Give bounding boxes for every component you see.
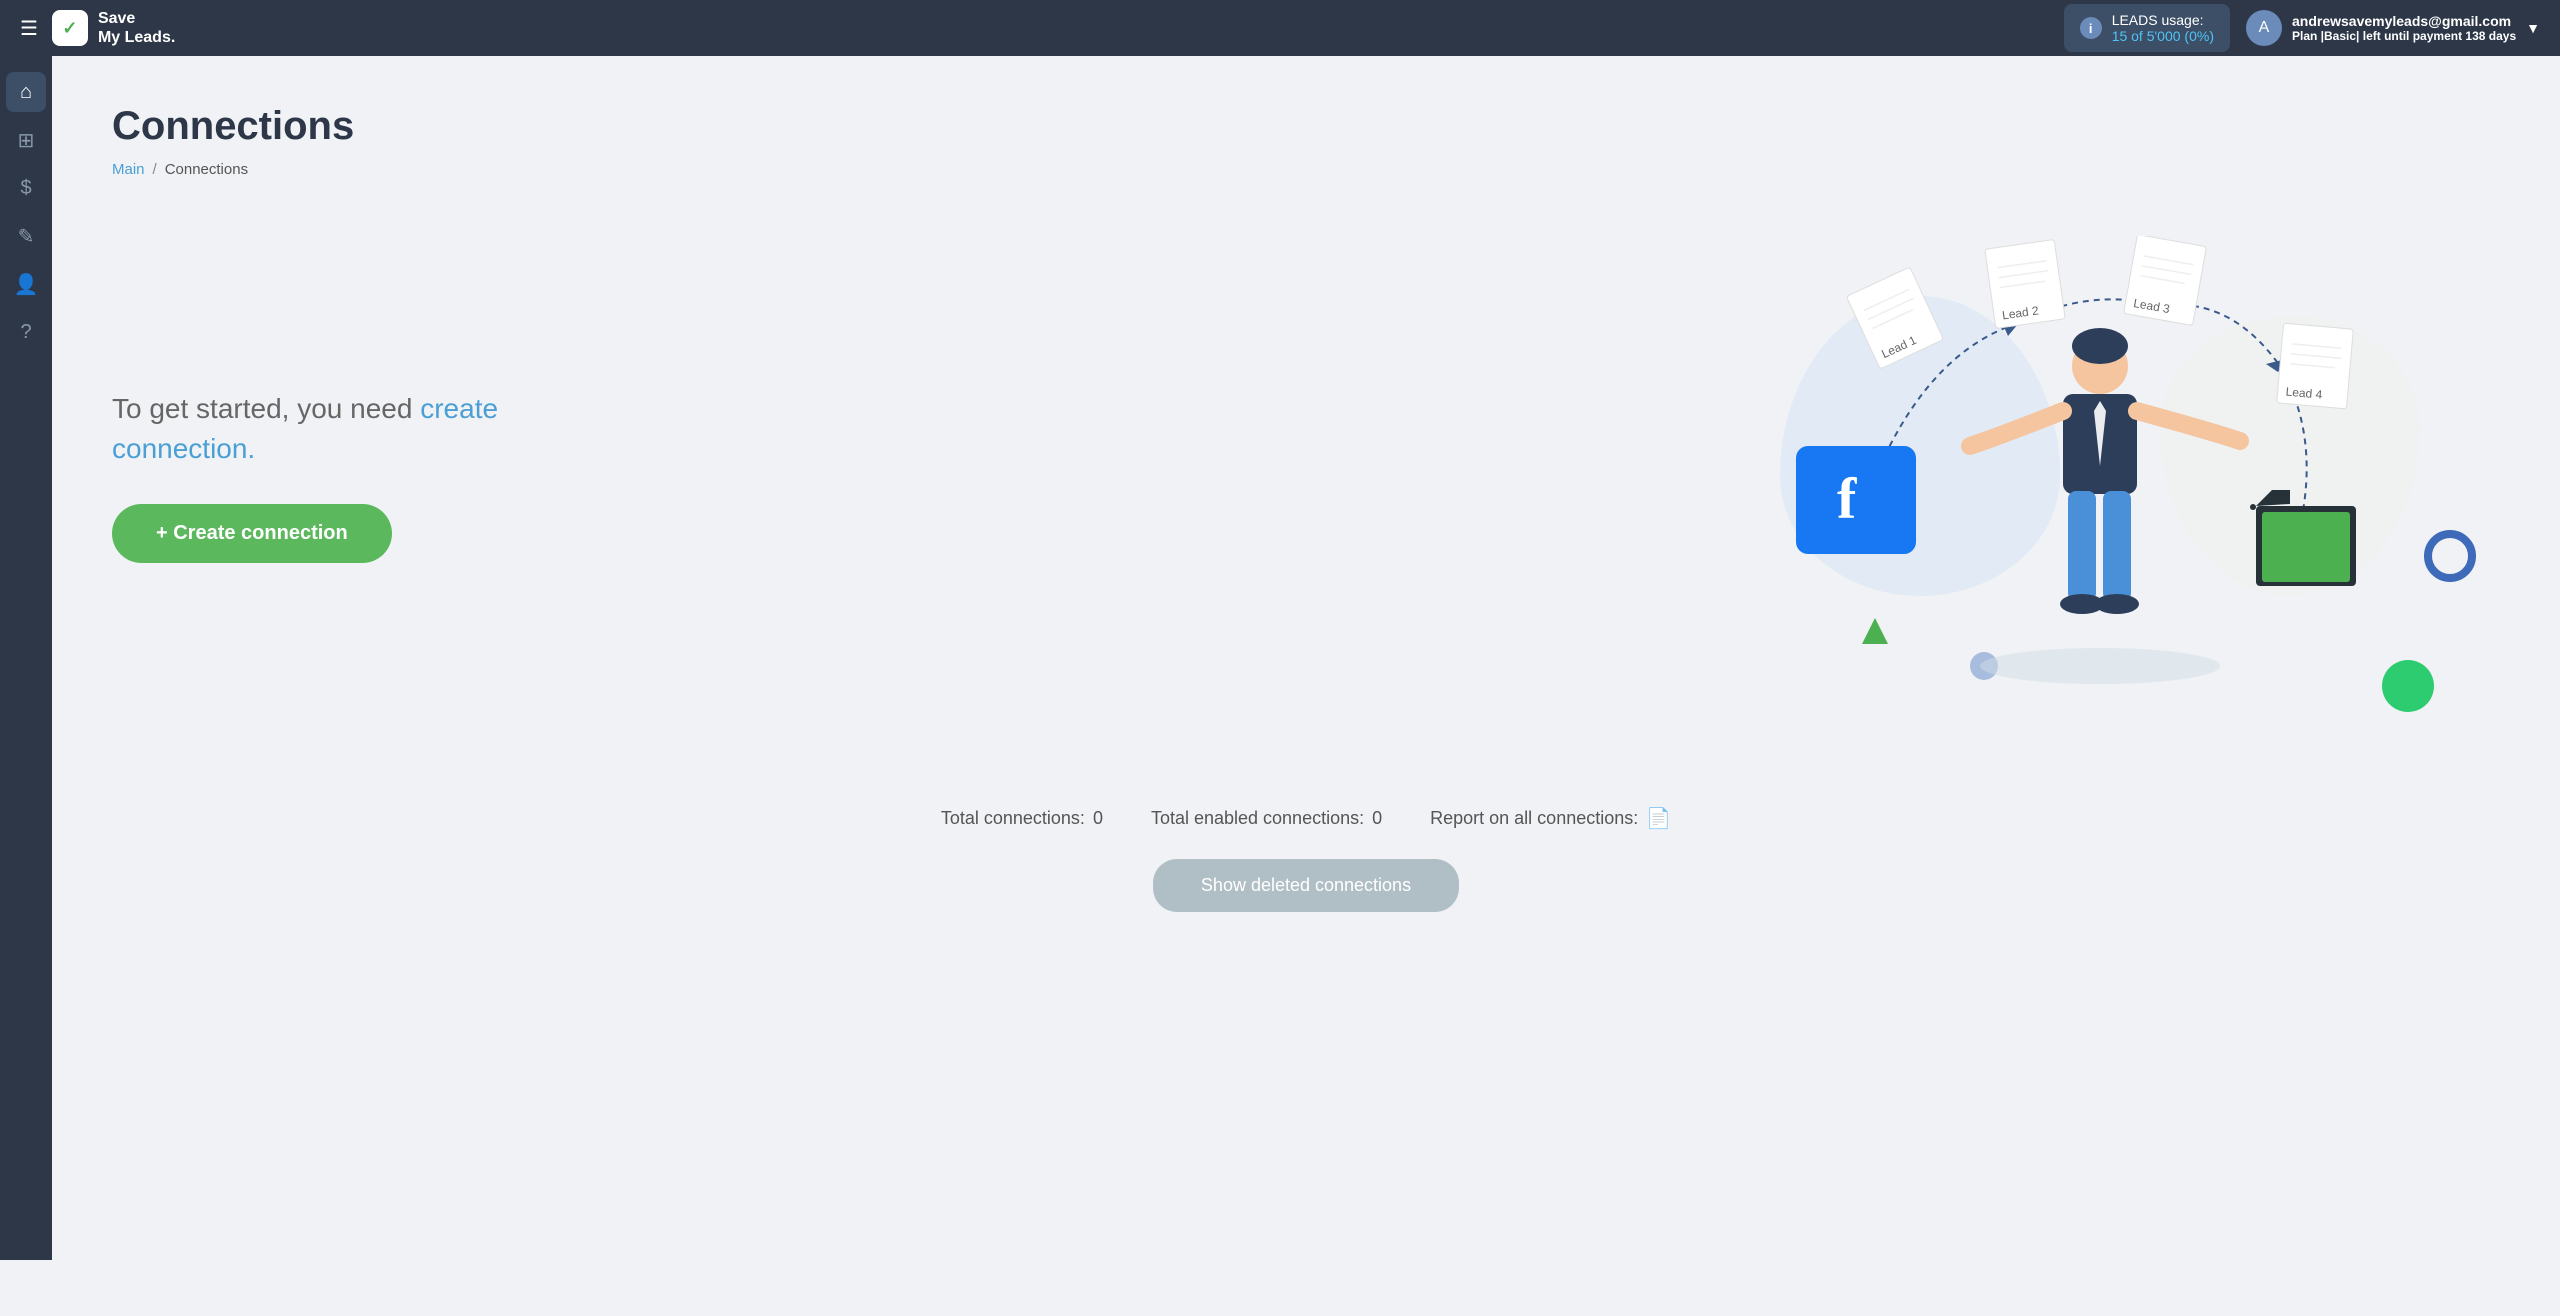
logo-text: Save My Leads. — [98, 9, 175, 47]
user-details: andrewsavemyleads@gmail.com Plan |Basic|… — [2292, 13, 2516, 43]
main-content: Connections Main / Connections To get st… — [52, 56, 2560, 1260]
sidebar: ⌂ ⊞ $ ✎ 👤 ? — [0, 56, 52, 1260]
logo-checkmark: ✓ — [62, 18, 77, 39]
user-plan: Plan |Basic| left until payment 138 days — [2292, 29, 2516, 43]
tagline: To get started, you need create connecti… — [112, 389, 612, 467]
sidebar-item-profile[interactable]: 👤 — [6, 264, 46, 304]
user-info[interactable]: A andrewsavemyleads@gmail.com Plan |Basi… — [2246, 10, 2540, 46]
navbar: ☰ ✓ Save My Leads. i LEADS usage: 15 of … — [0, 0, 2560, 56]
svg-text:Lead 2: Lead 2 — [2001, 303, 2040, 322]
sidebar-item-home[interactable]: ⌂ — [6, 72, 46, 112]
svg-text:Lead 3: Lead 3 — [2132, 296, 2171, 316]
sidebar-item-help[interactable]: ? — [6, 312, 46, 352]
blob-left — [1780, 296, 2060, 596]
stat-total-enabled: Total enabled connections: 0 — [1151, 808, 1382, 829]
navbar-right: i LEADS usage: 15 of 5'000 (0%) A andrew… — [2064, 4, 2540, 52]
logo-icon: ✓ — [52, 10, 88, 46]
show-deleted-button[interactable]: Show deleted connections — [1153, 859, 1459, 912]
breadcrumb: Main / Connections — [112, 161, 2500, 178]
total-enabled-label: Total enabled connections: — [1151, 808, 1364, 829]
create-connection-button[interactable]: + Create connection — [112, 504, 392, 563]
leads-count: 15 of 5'000 (0%) — [2112, 28, 2214, 44]
sidebar-item-connections[interactable]: ⊞ — [6, 120, 46, 160]
info-icon: i — [2080, 17, 2102, 39]
total-enabled-value: 0 — [1372, 808, 1382, 829]
bottom-stats: Total connections: 0 Total enabled conne… — [112, 806, 2500, 831]
tagline-static: To get started, you need — [112, 393, 412, 424]
total-connections-value: 0 — [1093, 808, 1103, 829]
stat-total-connections: Total connections: 0 — [941, 808, 1103, 829]
hamburger-menu[interactable]: ☰ — [20, 16, 38, 41]
user-dropdown-icon[interactable]: ▼ — [2526, 20, 2540, 36]
illustration: Lead 1 Lead 2 Lead 3 — [1700, 236, 2500, 716]
logo: ✓ Save My Leads. — [52, 9, 175, 47]
blob-right — [2160, 316, 2420, 596]
navbar-left: ☰ ✓ Save My Leads. — [20, 9, 175, 47]
sidebar-item-templates[interactable]: ✎ — [6, 216, 46, 256]
report-icon[interactable]: 📄 — [1646, 806, 1671, 831]
user-avatar: A — [2246, 10, 2282, 46]
leads-label: LEADS usage: — [2112, 12, 2214, 28]
stat-report: Report on all connections: 📄 — [1430, 806, 1671, 831]
breadcrumb-separator: / — [153, 161, 157, 178]
sidebar-item-billing[interactable]: $ — [6, 168, 46, 208]
report-label: Report on all connections: — [1430, 808, 1638, 829]
leads-usage-badge: i LEADS usage: 15 of 5'000 (0%) — [2064, 4, 2230, 52]
breadcrumb-current: Connections — [165, 161, 248, 178]
left-panel: To get started, you need create connecti… — [112, 389, 612, 562]
page-title: Connections — [112, 104, 2500, 149]
breadcrumb-main-link[interactable]: Main — [112, 161, 145, 178]
content-area: To get started, you need create connecti… — [112, 226, 2500, 726]
user-email: andrewsavemyleads@gmail.com — [2292, 13, 2516, 29]
total-connections-label: Total connections: — [941, 808, 1085, 829]
